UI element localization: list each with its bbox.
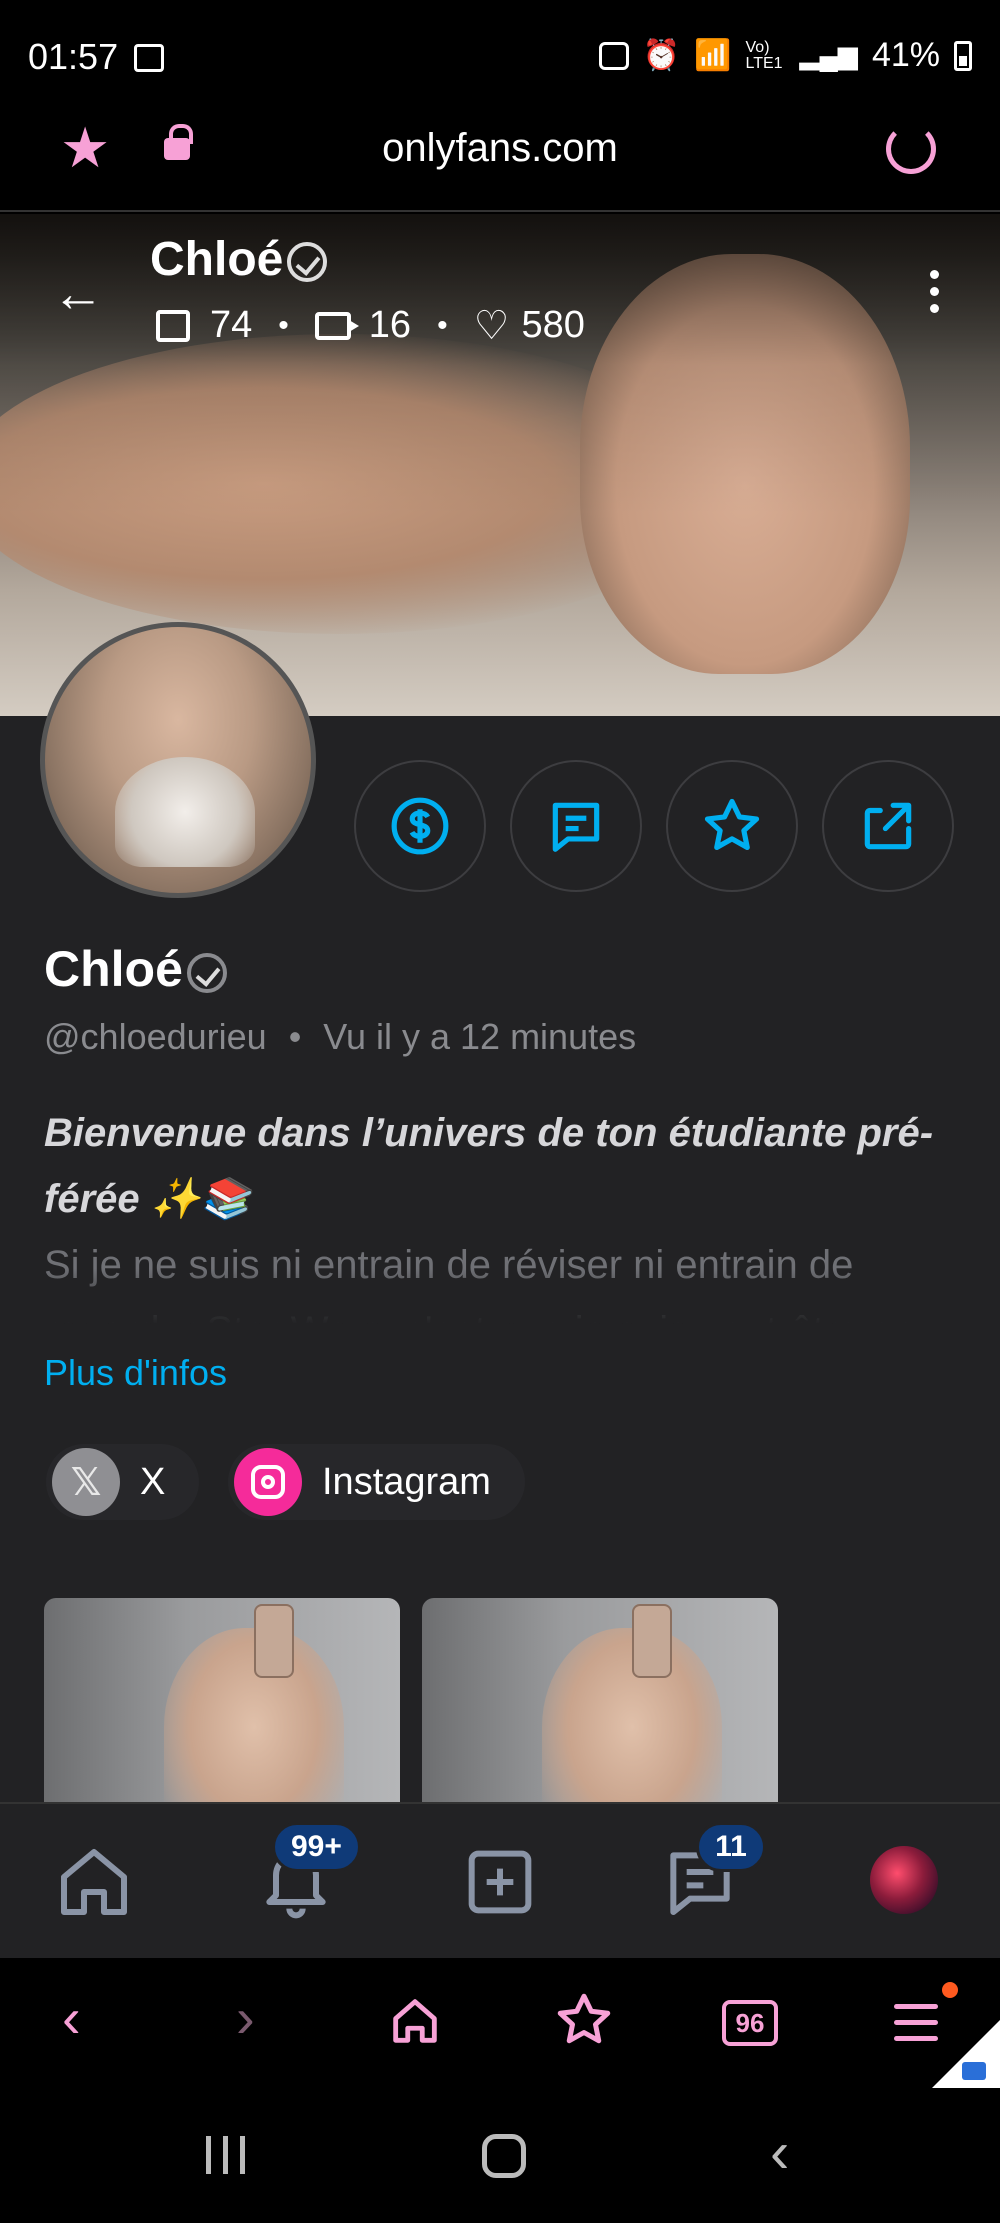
browser-home-button[interactable] xyxy=(386,1992,444,2055)
bookmark-star-icon xyxy=(557,1993,611,2044)
bio-text: Si je ne suis ni entrain de réviser ni e… xyxy=(44,1243,915,1324)
social-label-instagram: Instagram xyxy=(322,1460,491,1503)
home-icon xyxy=(393,1999,437,2043)
cover-name-text: Chloé xyxy=(150,233,284,286)
notifications-badge: 99+ xyxy=(272,1822,361,1872)
video-icon xyxy=(314,311,359,340)
browser-tabs-button[interactable]: 96 xyxy=(722,2000,778,2046)
browser-back-icon[interactable]: ‹ xyxy=(62,1990,81,2046)
status-indicators: ⏰ 📶 Vo) LTE1 ▂▄▆ 41% xyxy=(598,36,972,75)
last-seen: Vu il y a 12 minutes xyxy=(323,1016,637,1057)
profile-actions xyxy=(354,760,954,892)
reload-icon[interactable] xyxy=(886,124,936,174)
browser-bottom-bar xyxy=(0,1958,1000,2090)
verified-badge-icon xyxy=(186,952,227,993)
x-logo-icon: 𝕏 xyxy=(52,1448,120,1516)
share-button[interactable] xyxy=(822,760,954,892)
back-arrow-icon[interactable]: ← xyxy=(52,268,104,320)
nav-home[interactable] xyxy=(54,1842,134,1927)
battery-level: 41% xyxy=(871,36,940,74)
photo-icon xyxy=(156,309,190,342)
system-back-icon[interactable]: ‹ xyxy=(770,2124,789,2182)
wifi-icon: 📶 xyxy=(694,39,732,72)
cover-title: Chloé xyxy=(150,232,328,287)
star-icon xyxy=(704,798,760,851)
chat-icon xyxy=(552,802,600,852)
nav-new-post[interactable] xyxy=(460,1842,540,1927)
url-text[interactable]: onlyfans.com xyxy=(0,126,1000,171)
menu-notification-dot xyxy=(942,1982,958,1998)
bio-headline: Bienvenue dans l’univers de ton étudiant… xyxy=(44,1111,934,1221)
battery-icon xyxy=(954,40,972,71)
dollar-icon xyxy=(391,797,449,855)
photos-count: 74 xyxy=(210,304,253,346)
social-label-x: X xyxy=(140,1460,166,1503)
message-button[interactable] xyxy=(510,760,642,892)
favorite-button[interactable] xyxy=(666,760,798,892)
social-link-x[interactable]: 𝕏 X xyxy=(46,1444,200,1520)
likes-count: 580 xyxy=(521,304,585,346)
home-icon xyxy=(61,1849,127,1915)
screenshot-notification-icon xyxy=(598,41,629,70)
status-time: 01:57 xyxy=(28,36,119,77)
profile-avatar[interactable] xyxy=(40,622,316,898)
signal-icon: ▂▄▆ xyxy=(799,40,858,70)
instagram-icon xyxy=(234,1448,302,1516)
media-thumbnail[interactable] xyxy=(422,1598,778,1808)
tip-button[interactable] xyxy=(354,760,486,892)
verified-badge-icon xyxy=(287,242,328,283)
system-home-icon[interactable] xyxy=(482,2134,526,2178)
profile-handle: @chloedurieu xyxy=(44,1016,267,1057)
profile-name: Chloé xyxy=(44,940,227,998)
more-options-icon[interactable] xyxy=(930,270,939,313)
nav-profile-avatar[interactable] xyxy=(870,1846,938,1914)
messages-badge: 11 xyxy=(696,1822,766,1872)
social-link-instagram[interactable]: Instagram xyxy=(228,1444,525,1520)
profile-meta: @chloedurieu • Vu il y a 12 minutes xyxy=(44,1016,637,1057)
status-bar: 01:57 ⏰ 📶 Vo) LTE1 ▂▄▆ 41% xyxy=(0,0,1000,112)
gallery-notification-icon xyxy=(134,44,164,72)
download-icon xyxy=(962,2062,986,2080)
browser-forward-icon[interactable]: › xyxy=(236,1990,255,2046)
browser-bookmarks-button[interactable] xyxy=(554,1990,614,2055)
cover-stats: 74 • 16 • ♡ 580 xyxy=(156,304,585,347)
alarm-icon: ⏰ xyxy=(642,39,681,72)
network-label: Vo) LTE1 xyxy=(745,38,783,72)
recent-apps-icon[interactable] xyxy=(206,2136,245,2174)
videos-count: 16 xyxy=(368,304,412,346)
media-thumbnail[interactable] xyxy=(44,1598,400,1808)
heart-icon: ♡ xyxy=(473,303,510,348)
more-info-link[interactable]: Plus d'infos xyxy=(44,1352,227,1394)
profile-name-text: Chloé xyxy=(44,941,183,997)
share-icon xyxy=(864,802,912,850)
add-post-icon xyxy=(468,1850,532,1914)
